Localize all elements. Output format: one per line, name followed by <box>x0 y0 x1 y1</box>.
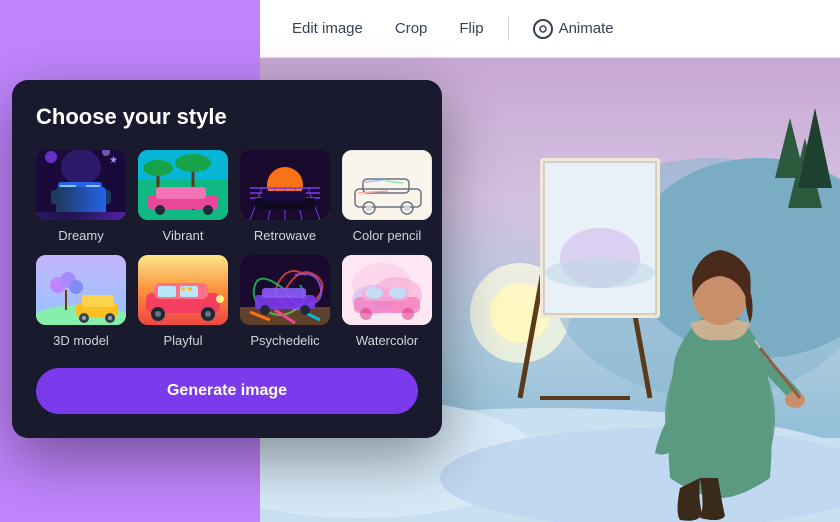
style-thumb-psychedelic <box>240 255 330 325</box>
toolbar-divider <box>508 17 509 41</box>
edit-image-button[interactable]: Edit image <box>280 14 375 43</box>
generate-image-button[interactable]: Generate image <box>36 368 418 414</box>
style-chooser-panel: Choose your style Dr <box>12 80 442 438</box>
style-item-playful[interactable]: Playful <box>138 255 228 348</box>
style-label-psychedelic: Psychedelic <box>250 333 319 348</box>
style-thumb-watercolor <box>342 255 432 325</box>
style-thumb-retrowave <box>240 150 330 220</box>
style-item-vibrant[interactable]: Vibrant <box>138 150 228 243</box>
style-thumb-colorpencil <box>342 150 432 220</box>
animate-label: Animate <box>559 20 614 37</box>
style-label-colorpencil: Color pencil <box>353 228 422 243</box>
style-label-retrowave: Retrowave <box>254 228 316 243</box>
style-grid: Dreamy Vibrant <box>36 150 418 348</box>
toolbar: Edit image Crop Flip Animate <box>260 0 840 58</box>
style-item-retrowave[interactable]: Retrowave <box>240 150 330 243</box>
style-label-watercolor: Watercolor <box>356 333 418 348</box>
style-thumb-vibrant <box>138 150 228 220</box>
style-label-dreamy: Dreamy <box>58 228 104 243</box>
crop-button[interactable]: Crop <box>383 14 440 43</box>
style-label-3dmodel: 3D model <box>53 333 109 348</box>
flip-button[interactable]: Flip <box>447 14 495 43</box>
style-item-3dmodel[interactable]: 3D model <box>36 255 126 348</box>
animate-icon <box>533 19 553 39</box>
style-label-vibrant: Vibrant <box>163 228 204 243</box>
style-label-playful: Playful <box>163 333 202 348</box>
style-thumb-playful <box>138 255 228 325</box>
style-item-psychedelic[interactable]: Psychedelic <box>240 255 330 348</box>
style-thumb-3dmodel <box>36 255 126 325</box>
style-thumb-dreamy <box>36 150 126 220</box>
animate-button[interactable]: Animate <box>521 13 626 45</box>
style-item-watercolor[interactable]: Watercolor <box>342 255 432 348</box>
panel-title: Choose your style <box>36 104 418 130</box>
style-item-dreamy[interactable]: Dreamy <box>36 150 126 243</box>
style-item-colorpencil[interactable]: Color pencil <box>342 150 432 243</box>
